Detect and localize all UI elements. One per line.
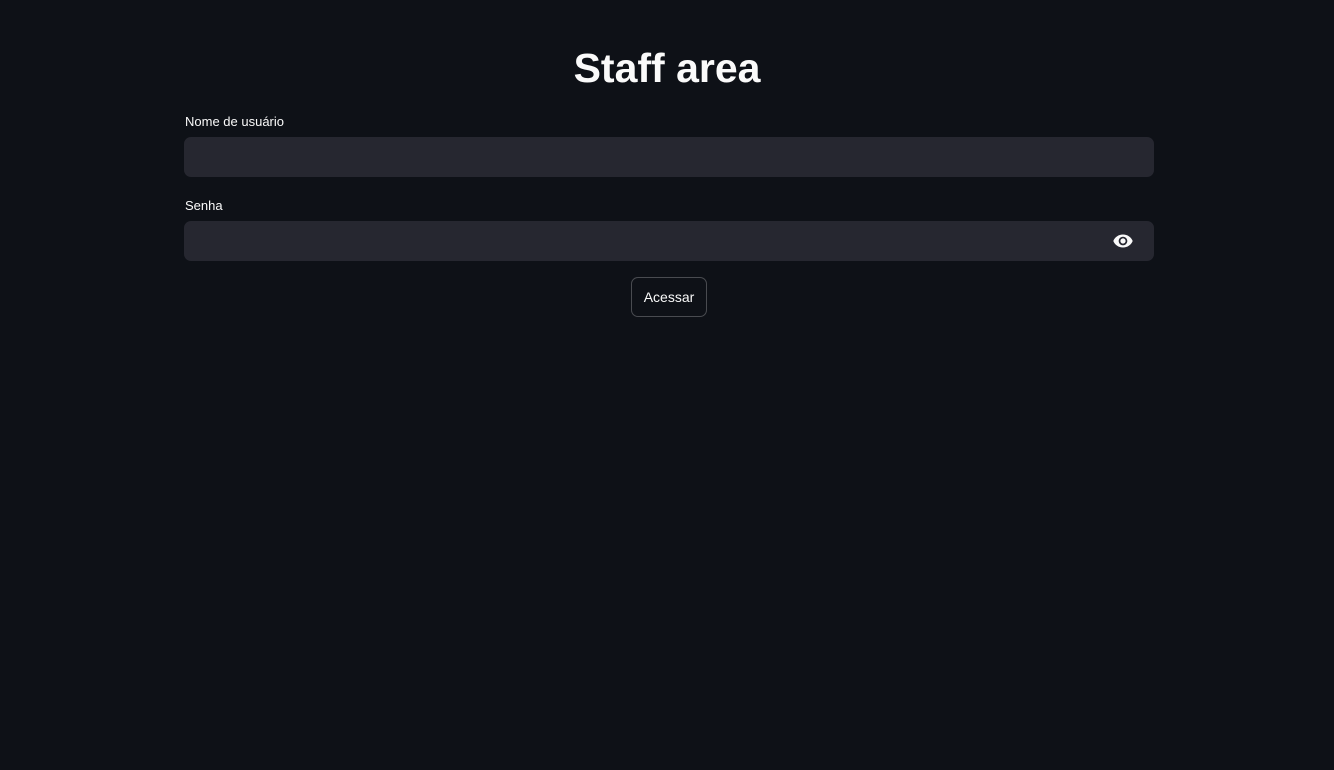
username-field-container (184, 137, 1154, 177)
login-button[interactable]: Acessar (631, 277, 707, 317)
password-input[interactable] (184, 221, 1154, 261)
username-input[interactable] (184, 137, 1154, 177)
login-page: Staff area Nome de usuário Senha Acessar (0, 0, 1334, 770)
page-title: Staff area (573, 45, 761, 91)
eye-icon (1113, 234, 1133, 248)
password-label: Senha (185, 198, 223, 213)
username-label: Nome de usuário (185, 114, 284, 129)
show-password-toggle[interactable] (1112, 231, 1134, 251)
password-field-container (184, 221, 1154, 261)
